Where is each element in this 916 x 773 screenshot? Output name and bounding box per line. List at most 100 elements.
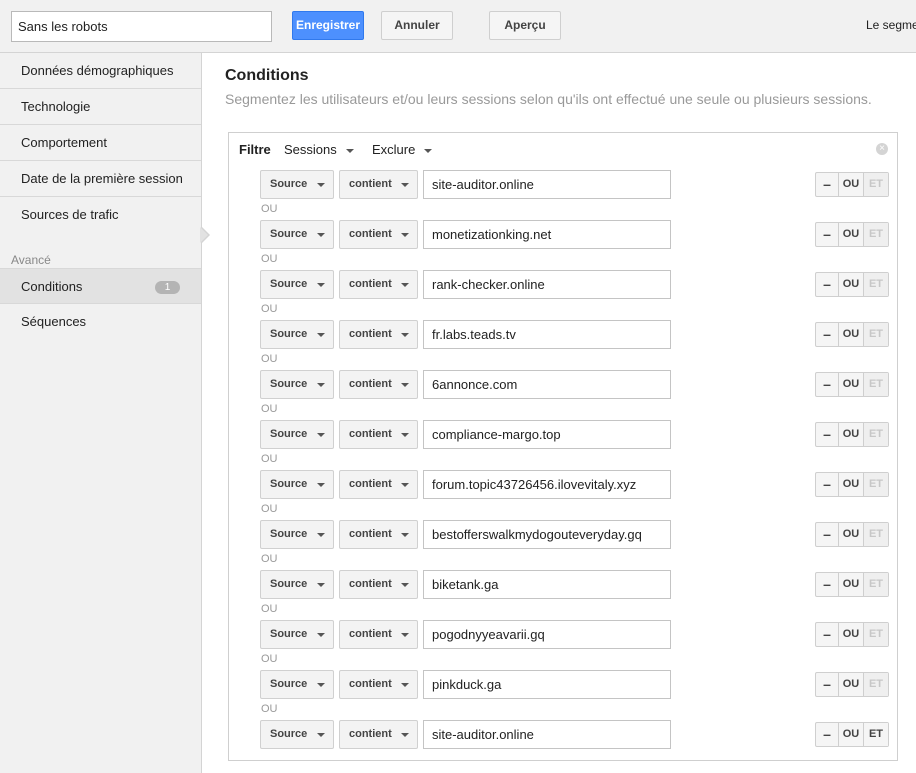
remove-condition-button[interactable]: –	[816, 373, 839, 396]
condition-value-input[interactable]: pogodnyyeavarii.gq	[423, 620, 671, 649]
add-and-button: ET	[864, 323, 888, 346]
remove-condition-button[interactable]: –	[816, 223, 839, 246]
sidebar-item-first-session-date[interactable]: Date de la première session	[0, 161, 201, 197]
filter-panel: Filtre Sessions Exclure × Source contient…	[228, 132, 898, 761]
chevron-down-icon	[401, 733, 409, 737]
condition-value-input[interactable]: compliance-margo.top	[423, 420, 671, 449]
chevron-down-icon	[401, 383, 409, 387]
condition-actions: – OU ET	[815, 572, 889, 597]
sidebar-item-conditions[interactable]: Conditions 1	[0, 268, 201, 304]
dimension-select[interactable]: Source	[260, 170, 334, 199]
dimension-select[interactable]: Source	[260, 420, 334, 449]
operator-select[interactable]: contient	[339, 720, 418, 749]
condition-row: Source contient fr.labs.teads.tv – OU ET OU	[260, 320, 890, 370]
conditions-count-badge: 1	[155, 281, 180, 294]
dimension-select[interactable]: Source	[260, 320, 334, 349]
operator-value: contient	[349, 578, 392, 590]
operator-select[interactable]: contient	[339, 520, 418, 549]
or-separator: OU	[261, 603, 278, 615]
operator-value: contient	[349, 528, 392, 540]
dimension-select[interactable]: Source	[260, 720, 334, 749]
dimension-select[interactable]: Source	[260, 270, 334, 299]
condition-value-input[interactable]: fr.labs.teads.tv	[423, 320, 671, 349]
page-subtitle: Segmentez les utilisateurs et/ou leurs s…	[225, 91, 872, 107]
operator-select[interactable]: contient	[339, 220, 418, 249]
dimension-select[interactable]: Source	[260, 520, 334, 549]
dimension-select[interactable]: Source	[260, 620, 334, 649]
remove-condition-button[interactable]: –	[816, 473, 839, 496]
add-or-button[interactable]: OU	[839, 673, 864, 696]
remove-condition-button[interactable]: –	[816, 673, 839, 696]
sidebar-item-behavior[interactable]: Comportement	[0, 125, 201, 161]
chevron-down-icon	[401, 583, 409, 587]
add-or-button[interactable]: OU	[839, 423, 864, 446]
dimension-select[interactable]: Source	[260, 470, 334, 499]
condition-row: Source contient pinkduck.ga – OU ET OU	[260, 670, 890, 720]
sidebar-item-technology[interactable]: Technologie	[0, 89, 201, 125]
save-button[interactable]: Enregistrer	[292, 11, 364, 40]
remove-condition-button[interactable]: –	[816, 573, 839, 596]
add-or-button[interactable]: OU	[839, 273, 864, 296]
chevron-down-icon	[317, 483, 325, 487]
operator-value: contient	[349, 278, 392, 290]
add-or-button[interactable]: OU	[839, 173, 864, 196]
add-or-button[interactable]: OU	[839, 523, 864, 546]
condition-value-input[interactable]: monetizationking.net	[423, 220, 671, 249]
preview-button[interactable]: Aperçu	[489, 11, 561, 40]
condition-value-input[interactable]: site-auditor.online	[423, 170, 671, 199]
dimension-select[interactable]: Source	[260, 570, 334, 599]
operator-select[interactable]: contient	[339, 620, 418, 649]
operator-select[interactable]: contient	[339, 370, 418, 399]
condition-value-input[interactable]: rank-checker.online	[423, 270, 671, 299]
segment-name-input[interactable]	[11, 11, 272, 42]
add-and-button[interactable]: ET	[864, 723, 888, 746]
remove-condition-button[interactable]: –	[816, 723, 839, 746]
remove-condition-button[interactable]: –	[816, 323, 839, 346]
add-or-button[interactable]: OU	[839, 323, 864, 346]
add-or-button[interactable]: OU	[839, 223, 864, 246]
scope-dropdown[interactable]: Sessions	[284, 142, 354, 157]
dimension-value: Source	[270, 378, 308, 390]
close-icon[interactable]: ×	[876, 143, 888, 155]
chevron-down-icon	[401, 483, 409, 487]
mode-dropdown[interactable]: Exclure	[372, 142, 433, 157]
add-or-button[interactable]: OU	[839, 373, 864, 396]
cancel-button[interactable]: Annuler	[381, 11, 453, 40]
condition-actions: – OU ET	[815, 522, 889, 547]
operator-select[interactable]: contient	[339, 270, 418, 299]
operator-select[interactable]: contient	[339, 670, 418, 699]
operator-select[interactable]: contient	[339, 420, 418, 449]
sidebar-item-demographics[interactable]: Données démographiques	[0, 53, 201, 89]
remove-condition-button[interactable]: –	[816, 173, 839, 196]
operator-select[interactable]: contient	[339, 170, 418, 199]
condition-actions: – OU ET	[815, 722, 889, 747]
remove-condition-button[interactable]: –	[816, 623, 839, 646]
operator-select[interactable]: contient	[339, 320, 418, 349]
add-or-button[interactable]: OU	[839, 473, 864, 496]
add-or-button[interactable]: OU	[839, 723, 864, 746]
add-or-button[interactable]: OU	[839, 573, 864, 596]
operator-select[interactable]: contient	[339, 570, 418, 599]
sidebar-item-sequences[interactable]: Séquences	[0, 304, 201, 340]
add-and-button: ET	[864, 273, 888, 296]
condition-value-input[interactable]: pinkduck.ga	[423, 670, 671, 699]
condition-row: Source contient monetizationking.net – OU ET O…	[260, 220, 890, 270]
remove-condition-button[interactable]: –	[816, 273, 839, 296]
remove-condition-button[interactable]: –	[816, 523, 839, 546]
dimension-value: Source	[270, 428, 308, 440]
operator-value: contient	[349, 178, 392, 190]
remove-condition-button[interactable]: –	[816, 423, 839, 446]
chevron-down-icon	[401, 333, 409, 337]
condition-value-input[interactable]: bestofferswalkmydogouteveryday.gq	[423, 520, 671, 549]
condition-value-input[interactable]: biketank.ga	[423, 570, 671, 599]
operator-select[interactable]: contient	[339, 470, 418, 499]
add-or-button[interactable]: OU	[839, 623, 864, 646]
add-and-button: ET	[864, 623, 888, 646]
sidebar-item-traffic-sources[interactable]: Sources de trafic	[0, 197, 201, 233]
dimension-select[interactable]: Source	[260, 220, 334, 249]
condition-value-input[interactable]: site-auditor.online	[423, 720, 671, 749]
dimension-select[interactable]: Source	[260, 370, 334, 399]
dimension-select[interactable]: Source	[260, 670, 334, 699]
condition-value-input[interactable]: 6annonce.com	[423, 370, 671, 399]
condition-value-input[interactable]: forum.topic43726456.ilovevitaly.xyz	[423, 470, 671, 499]
